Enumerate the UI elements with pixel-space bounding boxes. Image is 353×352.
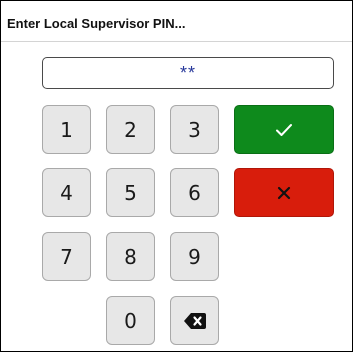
key-5-button[interactable]: 5 — [106, 168, 155, 217]
key-2-button[interactable]: 2 — [106, 105, 155, 154]
key-4-button[interactable]: 4 — [42, 168, 91, 217]
key-7-button[interactable]: 7 — [42, 232, 91, 281]
pin-dialog: Enter Local Supervisor PIN... ** 1 2 3 4… — [0, 0, 353, 352]
key-0-button[interactable]: 0 — [106, 296, 155, 345]
checkmark-icon — [275, 123, 293, 137]
cancel-button[interactable] — [234, 168, 334, 217]
key-8-button[interactable]: 8 — [106, 232, 155, 281]
key-1-button[interactable]: 1 — [42, 105, 91, 154]
pin-display-field[interactable]: ** — [42, 57, 334, 89]
dialog-title: Enter Local Supervisor PIN... — [7, 16, 186, 31]
key-3-button[interactable]: 3 — [170, 105, 219, 154]
confirm-button[interactable] — [234, 105, 334, 154]
backspace-icon — [183, 312, 206, 329]
key-9-button[interactable]: 9 — [170, 232, 219, 281]
backspace-button[interactable] — [170, 296, 219, 345]
header-divider — [1, 41, 352, 42]
close-icon — [277, 186, 291, 200]
key-6-button[interactable]: 6 — [170, 168, 219, 217]
